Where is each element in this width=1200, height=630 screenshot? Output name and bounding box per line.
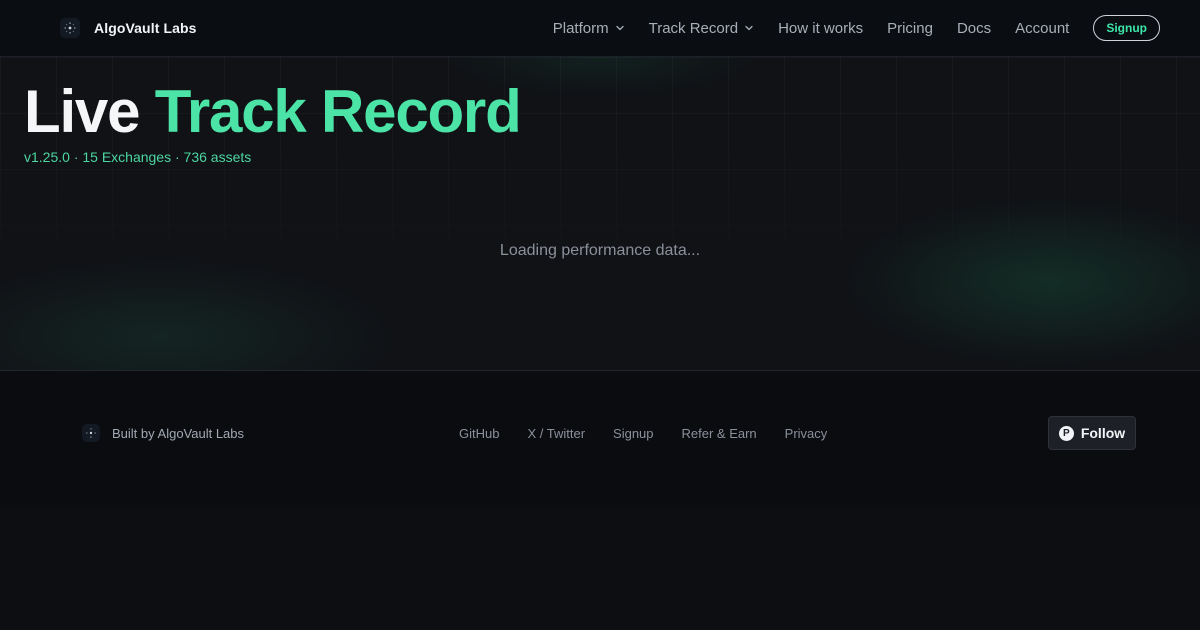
nav-item-label: Docs <box>956 19 992 37</box>
hero-section: Live Track Record v1.25.0 · 15 Exchanges… <box>0 57 1200 370</box>
product-hunt-icon: P <box>1058 425 1074 441</box>
page-title-part1: Live <box>24 78 140 145</box>
nav-item-label: Track Record <box>648 19 739 37</box>
sparkle-logo-icon <box>60 18 80 38</box>
nav-item-label: How it works <box>778 19 864 37</box>
footer-link-github[interactable]: GitHub <box>459 426 499 441</box>
nav-item-label: Account <box>1015 19 1070 37</box>
nav-item-label: Pricing <box>887 19 933 37</box>
footer-link-signup[interactable]: Signup <box>613 426 653 441</box>
nav-item-docs[interactable]: Docs <box>957 20 991 37</box>
page-bottom <box>0 505 1200 630</box>
brand-name: AlgoVault Labs <box>94 20 197 36</box>
footer-link-privacy[interactable]: Privacy <box>785 426 828 441</box>
glow-decoration <box>840 197 1200 367</box>
footer-brand-text: Built by AlgoVault Labs <box>112 425 245 441</box>
footer-links: GitHub X / Twitter Signup Refer & Earn P… <box>459 423 855 443</box>
footer: Built by AlgoVault Labs GitHub X / Twitt… <box>0 370 1200 505</box>
glow-decoration <box>0 257 400 370</box>
page-title-part2: Track Record <box>154 78 522 145</box>
follow-label: Follow <box>1080 425 1126 441</box>
nav-item-pricing[interactable]: Pricing <box>887 20 933 37</box>
footer-link-twitter[interactable]: X / Twitter <box>527 426 585 441</box>
nav-item-platform[interactable]: Platform <box>553 20 625 37</box>
version-stats: v1.25.0 · 15 Exchanges · 736 assets <box>24 149 252 165</box>
sparkle-logo-icon <box>82 424 100 442</box>
follow-button[interactable]: P Follow <box>1048 416 1136 450</box>
signup-button[interactable]: Signup <box>1093 15 1160 41</box>
footer-brand[interactable]: Built by AlgoVault Labs <box>82 423 244 443</box>
main-nav: Platform Track Record How it works Prici… <box>529 0 1160 56</box>
chevron-down-icon <box>615 25 624 31</box>
nav-item-how-it-works[interactable]: How it works <box>778 20 863 37</box>
nav-item-label: Platform <box>552 19 609 37</box>
brand[interactable]: AlgoVault Labs <box>60 0 197 56</box>
nav-item-track-record[interactable]: Track Record <box>649 20 754 37</box>
footer-link-refer[interactable]: Refer & Earn <box>682 426 757 441</box>
page-title: Live Track Record <box>24 78 522 145</box>
nav-item-account[interactable]: Account <box>1015 20 1069 37</box>
top-navbar: AlgoVault Labs Platform Track Record How… <box>0 0 1200 57</box>
page: AlgoVault Labs Platform Track Record How… <box>0 0 1200 630</box>
chevron-down-icon <box>745 25 753 31</box>
loading-message: Loading performance data... <box>499 242 701 259</box>
